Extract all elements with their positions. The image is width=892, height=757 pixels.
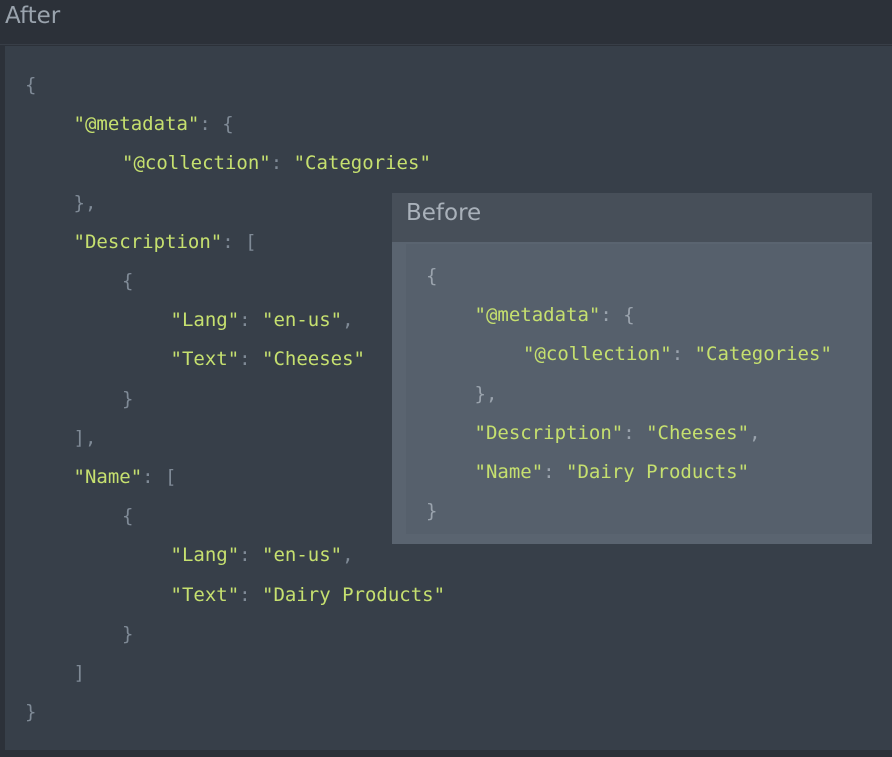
after-code-line: "@metadata": { xyxy=(74,113,234,135)
after-code-line: "Description": [ xyxy=(74,231,257,253)
after-code-punc-post: [ xyxy=(165,466,177,488)
before-code-punc-post: { xyxy=(623,304,635,327)
after-code-value: "Cheeses" xyxy=(262,348,365,371)
after-code-sep: : xyxy=(239,583,263,606)
after-code-line: }, xyxy=(74,192,97,214)
after-panel-header: After xyxy=(0,0,892,45)
before-code-line: { xyxy=(426,265,437,287)
after-code-punc-pre: { xyxy=(122,505,134,528)
before-code-line: } xyxy=(426,500,437,522)
before-code-value: "Cheeses" xyxy=(646,421,750,444)
after-panel-title: After xyxy=(5,3,61,29)
after-code-line: "Lang": "en-us", xyxy=(171,544,354,566)
after-code-value: "Dairy Products" xyxy=(262,583,446,606)
after-code-punc-post: [ xyxy=(245,230,257,253)
after-code-line: } xyxy=(122,388,133,410)
after-code-punc-pre: } xyxy=(122,622,134,645)
before-code-line: "@collection": "Categories" xyxy=(523,343,832,365)
after-code-line: ] xyxy=(74,662,85,684)
after-code-punc-pre: ], xyxy=(73,426,97,449)
after-code-sep: : xyxy=(199,113,223,136)
after-code-sep: : xyxy=(239,309,263,332)
after-code-sep: : xyxy=(222,230,246,253)
after-code-punc-pre: }, xyxy=(73,191,97,214)
after-code-line: ], xyxy=(74,427,97,449)
after-code-line: { xyxy=(122,270,133,292)
after-code-key: "@collection" xyxy=(122,152,271,175)
after-code-line: "@collection": "Categories" xyxy=(122,152,431,174)
after-code-sep: : xyxy=(239,544,263,567)
before-panel: Before {"@metadata": {"@collection": "Ca… xyxy=(392,193,872,544)
after-code-sep: : xyxy=(142,466,166,488)
after-code-key: "Lang" xyxy=(170,544,240,567)
before-code-value: "Categories" xyxy=(694,343,832,366)
before-code-line: "Name": "Dairy Products" xyxy=(475,461,750,483)
after-code-value: "en-us" xyxy=(262,544,343,567)
after-code-punc-post: , xyxy=(342,309,354,332)
before-code-sep: : xyxy=(543,461,567,483)
before-code-value: "Dairy Products" xyxy=(566,461,750,483)
after-code-line: { xyxy=(122,505,133,527)
before-code-block: {"@metadata": {"@collection": "Categorie… xyxy=(406,244,872,534)
before-code-line: "@metadata": { xyxy=(475,304,635,326)
before-code-line: }, xyxy=(475,383,498,405)
before-code-sep: : xyxy=(671,343,695,366)
after-code-punc-pre: } xyxy=(25,701,37,724)
before-panel-header: Before xyxy=(392,193,872,242)
after-code-line: "Lang": "en-us", xyxy=(171,309,354,331)
before-code-punc-post: , xyxy=(749,421,761,444)
after-code-sep: : xyxy=(239,348,263,371)
before-code-sep: : xyxy=(600,304,624,327)
after-code-key: "@metadata" xyxy=(73,113,200,136)
after-code-sep: : xyxy=(270,152,294,175)
before-code-punc-pre: } xyxy=(426,500,438,523)
before-code-punc-pre: { xyxy=(426,265,438,287)
after-code-key: "Text" xyxy=(170,583,240,606)
before-code-line: "Description": "Cheeses", xyxy=(475,422,761,444)
after-code-key: "Description" xyxy=(73,230,223,253)
after-code-key: "Text" xyxy=(170,348,240,371)
after-code-value: "Categories" xyxy=(293,152,431,175)
after-code-punc-pre: { xyxy=(25,74,37,96)
after-code-line: } xyxy=(25,701,36,723)
after-code-line: } xyxy=(122,623,133,645)
after-code-key: "Lang" xyxy=(170,309,240,332)
after-code-punc-post: , xyxy=(342,544,354,567)
before-code-key: "@metadata" xyxy=(474,304,601,327)
after-code-value: "en-us" xyxy=(262,309,343,332)
before-code-sep: : xyxy=(623,421,647,444)
before-code-key: "Description" xyxy=(474,421,624,444)
after-code-line: "Text": "Cheeses" xyxy=(171,348,365,370)
after-code-punc-pre: } xyxy=(122,387,134,410)
before-code-punc-pre: }, xyxy=(474,382,498,405)
after-code-punc-pre: ] xyxy=(73,662,85,684)
before-code-key: "@collection" xyxy=(523,343,672,366)
after-code-line: "Text": "Dairy Products" xyxy=(171,584,446,606)
after-code-punc-post: { xyxy=(222,113,234,136)
after-code-line: "Name": [ xyxy=(74,466,177,488)
before-code-key: "Name" xyxy=(474,461,544,483)
after-code-line: { xyxy=(25,74,36,96)
after-code-punc-pre: { xyxy=(122,270,134,292)
before-panel-title: Before xyxy=(406,200,482,226)
after-code-key: "Name" xyxy=(73,466,143,488)
